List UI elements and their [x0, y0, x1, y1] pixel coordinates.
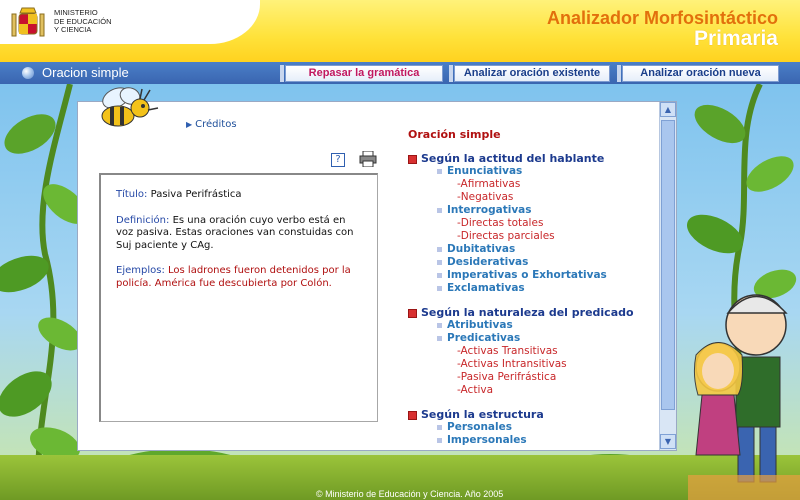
- tree-item[interactable]: Enunciativas: [408, 165, 658, 178]
- tree-item[interactable]: Imperativas o Exhortativas: [408, 269, 658, 282]
- definicion-label: Definición:: [116, 214, 170, 226]
- tree-section[interactable]: Según la estructura: [408, 408, 658, 421]
- copyright-text: © Ministerio de Educación y Ciencia. Año…: [316, 489, 504, 499]
- tree-leaf[interactable]: -Directas parciales: [408, 230, 658, 243]
- credits-label: Créditos: [195, 119, 237, 130]
- tree-item[interactable]: Atributivas: [408, 319, 658, 332]
- scroll-thumb[interactable]: [661, 120, 675, 410]
- titulo-row: Título: Pasiva Perifrástica: [116, 189, 361, 202]
- section-title: Oracion simple: [42, 65, 129, 80]
- children-illustration: [688, 294, 800, 500]
- spain-crest-icon: [11, 7, 45, 37]
- tree-leaf[interactable]: -Activa: [408, 384, 658, 397]
- nav-bar: Oracion simple Repasar la gramática Anal…: [0, 62, 800, 84]
- scroll-up-icon[interactable]: ▲: [660, 102, 676, 117]
- app-subtitle: Primaria: [693, 27, 778, 50]
- tree-leaf[interactable]: -Activas Intransitivas: [408, 358, 658, 371]
- tree-item[interactable]: Interrogativas: [408, 204, 658, 217]
- app-title: Analizador Morfosintáctico: [546, 8, 778, 28]
- triangle-right-icon: ▶: [186, 120, 193, 129]
- tree-leaf[interactable]: -Activas Transitivas: [408, 345, 658, 358]
- ministry-name: MINISTERIO DE EDUCACIÓN Y CIENCIA: [54, 8, 112, 34]
- tree-item[interactable]: Exclamativas: [408, 282, 658, 295]
- analizar-nueva-button[interactable]: Analizar oración nueva: [617, 65, 779, 82]
- repasar-gramatica-button[interactable]: Repasar la gramática: [280, 65, 443, 82]
- print-icon[interactable]: [359, 151, 377, 167]
- tree-title: Oración simple: [408, 128, 501, 141]
- titulo-label: Título:: [116, 189, 148, 200]
- ejemplos-row: Ejemplos: Los ladrones fueron detenidos …: [116, 265, 361, 290]
- tree-item[interactable]: Predicativas: [408, 332, 658, 345]
- tree-item[interactable]: Personales: [408, 421, 658, 434]
- tree-leaf[interactable]: -Directas totales: [408, 217, 658, 230]
- tree-leaf[interactable]: -Negativas: [408, 191, 658, 204]
- tree-leaf[interactable]: -Pasiva Perifrástica: [408, 371, 658, 384]
- tree-item[interactable]: Dubitativas: [408, 243, 658, 256]
- app-header: MINISTERIO DE EDUCACIÓN Y CIENCIA Analiz…: [0, 0, 800, 62]
- definicion-row: Definición: Es una oración cuyo verbo es…: [116, 215, 361, 253]
- tree-section[interactable]: Según la naturaleza del predicado: [408, 306, 658, 319]
- tree-item[interactable]: Desiderativas: [408, 256, 658, 269]
- definition-content: Título: Pasiva Perifrástica Definición: …: [116, 189, 361, 303]
- bullet-icon: [22, 67, 34, 79]
- vertical-scrollbar[interactable]: ▲ ▼: [659, 102, 676, 450]
- grammar-tree: Oración simple Según la actitud del habl…: [408, 128, 658, 447]
- tree-leaf[interactable]: -Afirmativas: [408, 178, 658, 191]
- tree-item[interactable]: Impersonales: [408, 434, 658, 447]
- ejemplos-label: Ejemplos:: [116, 265, 165, 276]
- help-icon[interactable]: ?: [331, 153, 345, 167]
- credits-link[interactable]: ▶ Créditos: [186, 119, 237, 130]
- bee-icon: [101, 87, 159, 127]
- titulo-value: Pasiva Perifrástica: [150, 189, 242, 200]
- tree-section[interactable]: Según la actitud del hablante: [408, 152, 658, 165]
- scroll-down-icon[interactable]: ▼: [660, 434, 676, 449]
- analizar-existente-button[interactable]: Analizar oración existente: [449, 65, 610, 82]
